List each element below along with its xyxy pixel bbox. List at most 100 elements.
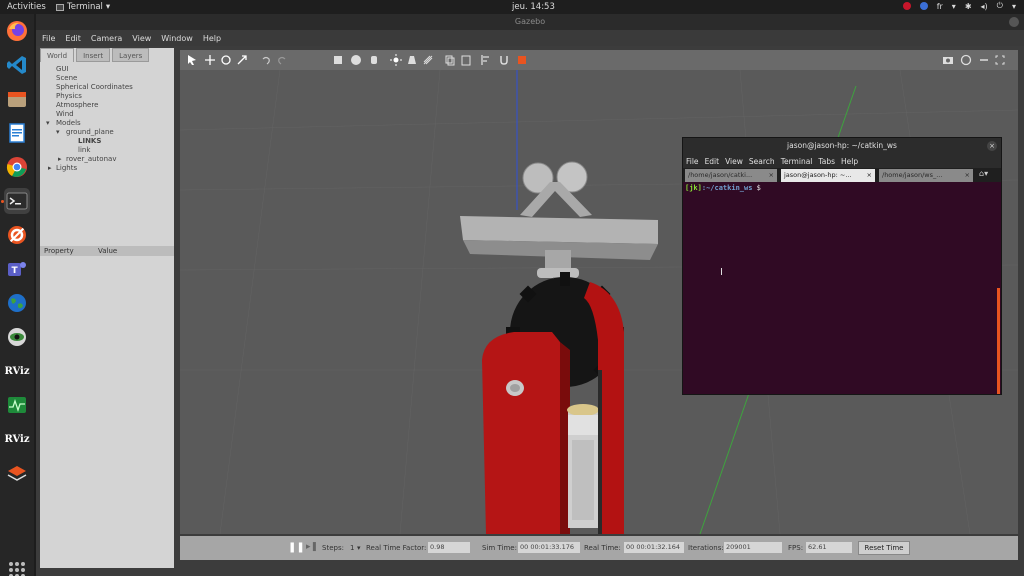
close-icon[interactable]: × — [987, 141, 997, 151]
tree-item-ground-plane[interactable]: ground_plane — [66, 128, 114, 136]
language-indicator[interactable]: fr — [937, 2, 943, 11]
tree-item-link[interactable]: link — [78, 146, 90, 154]
menu-file[interactable]: File — [42, 34, 55, 43]
spot-light-icon[interactable] — [406, 54, 418, 66]
screenshot-icon[interactable] — [942, 54, 954, 66]
tab-close-icon[interactable]: × — [965, 169, 970, 182]
fullscreen-icon[interactable] — [994, 54, 1006, 66]
close-icon[interactable] — [1009, 17, 1019, 27]
chrome-icon[interactable] — [4, 154, 30, 180]
align-icon[interactable] — [480, 54, 492, 66]
motor-cylinder[interactable] — [567, 404, 599, 528]
globe-icon[interactable] — [4, 290, 30, 316]
tree-item-lights[interactable]: Lights — [56, 164, 77, 172]
translate-mode-icon[interactable] — [204, 54, 216, 66]
tree-item-scene[interactable]: Scene — [56, 74, 77, 82]
snap-icon[interactable] — [498, 54, 510, 66]
steps-value[interactable]: 1 — [350, 544, 354, 552]
redo-icon[interactable] — [276, 54, 288, 66]
rviz-icon-2[interactable]: RViz — [4, 426, 30, 452]
term-menu-search[interactable]: Search — [749, 157, 775, 166]
terminal-scrollbar[interactable] — [997, 288, 1000, 394]
tab-layers[interactable]: Layers — [112, 48, 150, 62]
scale-mode-icon[interactable] — [236, 54, 248, 66]
gazebo-titlebar[interactable]: Gazebo — [36, 14, 1024, 30]
files-icon[interactable] — [4, 86, 30, 112]
terminal-icon[interactable] — [4, 188, 30, 214]
firefox-icon[interactable] — [4, 18, 30, 44]
sphere-shape-icon[interactable] — [350, 54, 362, 66]
rviz-icon[interactable]: RViz — [4, 358, 30, 384]
tab-world[interactable]: World — [40, 48, 75, 62]
rotate-mode-icon[interactable] — [220, 54, 232, 66]
activities-button[interactable]: Activities — [7, 2, 46, 12]
menu-camera[interactable]: Camera — [91, 34, 122, 43]
vscode-icon[interactable] — [4, 52, 30, 78]
new-tab-icon[interactable]: ⌂▾ — [979, 169, 988, 178]
expand-arrow-icon[interactable]: ▾ — [46, 119, 50, 127]
steps-chevron-icon[interactable]: ▾ — [357, 544, 361, 552]
accessibility-icon[interactable]: ✱ — [965, 2, 972, 11]
volume-icon[interactable]: ◂) — [981, 2, 988, 11]
teams-icon[interactable]: T — [4, 256, 30, 282]
tree-item-rover[interactable]: rover_autonav — [66, 155, 116, 163]
wifi-icon[interactable]: ▾ — [952, 2, 956, 11]
tree-item-spherical[interactable]: Spherical Coordinates — [56, 83, 133, 91]
menu-view[interactable]: View — [132, 34, 151, 43]
tree-item-wind[interactable]: Wind — [56, 110, 74, 118]
tree-item-atmosphere[interactable]: Atmosphere — [56, 101, 98, 109]
system-tray[interactable]: fr ▾ ✱ ◂) ⏻ ▾ — [902, 1, 1016, 11]
term-menu-terminal[interactable]: Terminal — [781, 157, 813, 166]
change-view-icon[interactable] — [516, 54, 528, 66]
tab-close-icon[interactable]: × — [867, 169, 872, 182]
term-menu-view[interactable]: View — [725, 157, 743, 166]
terminal-tab-1[interactable]: /home/jason/catki... × — [685, 169, 777, 182]
chevron-down-icon[interactable]: ▾ — [1012, 2, 1016, 11]
show-applications-icon[interactable] — [9, 562, 25, 576]
collapse-arrow-icon[interactable]: ▸ — [58, 155, 62, 163]
pause-icon[interactable]: ❚❚ — [288, 542, 305, 553]
directional-light-icon[interactable] — [422, 54, 434, 66]
writer-icon[interactable] — [4, 120, 30, 146]
term-menu-file[interactable]: File — [686, 157, 699, 166]
step-icon[interactable]: ▸❚ — [306, 542, 318, 552]
select-mode-icon[interactable] — [186, 54, 198, 66]
time-panel: ❚❚ ▸❚ Steps: 1 ▾ Real Time Factor: 0.98 … — [180, 536, 1018, 560]
settings-icon[interactable] — [4, 222, 30, 248]
tree-item-physics[interactable]: Physics — [56, 92, 82, 100]
desktop: Activities Terminal ▾ jeu. 14:53 fr ▾ ✱ … — [0, 0, 1024, 576]
stack-icon[interactable] — [4, 460, 30, 486]
paste-icon[interactable] — [460, 54, 472, 66]
copy-icon[interactable] — [444, 54, 456, 66]
eye-icon[interactable] — [4, 324, 30, 350]
reset-time-button[interactable]: Reset Time — [858, 541, 910, 555]
app-menu[interactable]: Terminal ▾ — [56, 2, 110, 12]
tree-item-models[interactable]: Models — [56, 119, 81, 127]
menu-window[interactable]: Window — [161, 34, 193, 43]
system-monitor-icon[interactable] — [4, 392, 30, 418]
tab-insert[interactable]: Insert — [76, 48, 111, 62]
terminal-titlebar[interactable]: jason@jason-hp: ~/catkin_ws × — [683, 138, 1001, 154]
network-icon[interactable] — [919, 2, 928, 10]
expand-arrow-icon[interactable]: ▾ — [56, 128, 60, 136]
box-shape-icon[interactable] — [332, 54, 344, 66]
tree-item-gui[interactable]: GUI — [56, 65, 69, 73]
point-light-icon[interactable] — [390, 54, 402, 66]
clock[interactable]: jeu. 14:53 — [512, 2, 555, 12]
cylinder-shape-icon[interactable] — [368, 54, 380, 66]
tab-close-icon[interactable]: × — [769, 169, 774, 182]
menu-edit[interactable]: Edit — [65, 34, 81, 43]
terminal-tab-3[interactable]: /home/jason/ws_... × — [879, 169, 973, 182]
collapse-arrow-icon[interactable]: ▸ — [48, 164, 52, 172]
undo-icon[interactable] — [260, 54, 272, 66]
record-icon[interactable] — [902, 2, 911, 10]
terminal-tab-2[interactable]: jason@jason-hp: ~... × — [781, 169, 875, 182]
log-icon[interactable] — [960, 54, 972, 66]
minimize-panel-icon[interactable] — [978, 54, 990, 66]
menu-help[interactable]: Help — [203, 34, 221, 43]
power-icon[interactable]: ⏻ — [997, 1, 1003, 11]
term-menu-edit[interactable]: Edit — [705, 157, 720, 166]
term-menu-help[interactable]: Help — [841, 157, 858, 166]
term-menu-tabs[interactable]: Tabs — [818, 157, 835, 166]
terminal-output[interactable]: [jk]:~/catkin_ws $ — [683, 182, 1001, 394]
